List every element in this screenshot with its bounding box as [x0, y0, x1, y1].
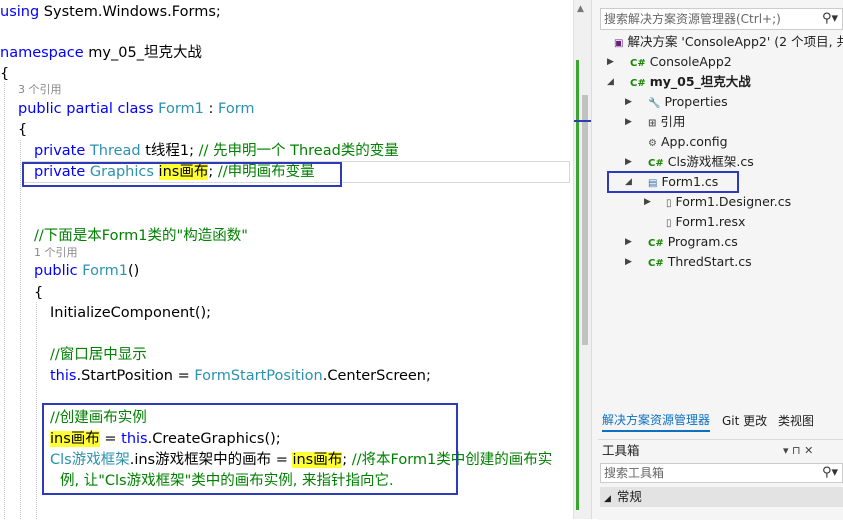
change-bar — [576, 60, 579, 510]
tab-git-changes[interactable]: Git 更改 — [722, 410, 767, 432]
toolbox-title: 工具箱 — [602, 443, 640, 458]
scroll-thumb[interactable] — [582, 95, 588, 345]
tree-item-project-consoleapp2[interactable]: C# ConsoleApp2 — [630, 53, 732, 73]
tree-item-references[interactable]: ⊞ 引用 — [648, 113, 685, 133]
tree-item-cls[interactable]: C# Cls游戏框架.cs — [648, 153, 754, 173]
expand-arrow-icon[interactable]: ▶ — [625, 93, 632, 111]
codelens-references[interactable]: 3 个引用 — [18, 80, 62, 100]
expand-arrow-icon[interactable]: ▶ — [625, 253, 632, 271]
scroll-up-icon[interactable]: ▲ — [577, 4, 584, 14]
search-icon[interactable]: ⚲▾ — [822, 9, 838, 29]
code-line-field-thread[interactable]: private Thread t线程1; // 先申明一个 Thread类的变量 — [34, 141, 399, 161]
csharp-project-icon: C# — [630, 78, 646, 89]
solution-search-input[interactable]: 搜索解决方案资源管理器(Ctrl+;) ⚲▾ — [600, 8, 843, 30]
code-line-class[interactable]: public partial class Form1 : Form — [18, 99, 255, 119]
tab-solution-explorer[interactable]: 解决方案资源管理器 — [602, 410, 711, 432]
tree-item-thredstart[interactable]: C# ThredStart.cs — [648, 253, 752, 273]
collapse-arrow-icon: ◢ — [604, 494, 611, 504]
toolbox-search-input[interactable]: 搜索工具箱 ⚲▾ — [600, 463, 843, 483]
code-line-init[interactable]: InitializeComponent(); — [50, 303, 211, 323]
expand-arrow-icon[interactable]: ▶ — [625, 113, 632, 131]
csharp-file-icon: C# — [648, 258, 664, 269]
expand-arrow-icon[interactable]: ▶ — [607, 53, 614, 71]
csharp-project-icon: C# — [630, 58, 646, 69]
code-line-comment[interactable]: //窗口居中显示 — [50, 345, 147, 365]
indent-guide — [4, 82, 5, 519]
search-icon[interactable]: ⚲▾ — [822, 464, 838, 482]
annotation-box — [42, 403, 458, 495]
caret-marker — [574, 120, 592, 122]
indent-guide — [20, 140, 21, 519]
file-icon: ▯ — [666, 198, 672, 209]
code-line-brace[interactable]: { — [0, 64, 9, 84]
tab-class-view[interactable]: 类视图 — [778, 410, 814, 432]
tree-item-form1-resx[interactable]: ▯ Form1.resx — [666, 213, 745, 233]
csharp-file-icon: C# — [648, 238, 664, 249]
toolbox-group-general[interactable]: ◢ 常规 — [600, 487, 843, 507]
solution-icon: ▣ — [614, 38, 624, 49]
code-line-constructor[interactable]: public Form1() — [34, 261, 139, 281]
file-icon: ▯ — [666, 218, 672, 229]
codelens-references[interactable]: 1 个引用 — [34, 243, 78, 263]
code-editor[interactable]: using System.Windows.Forms; namespace my… — [0, 0, 573, 519]
annotation-box — [22, 162, 342, 187]
wrench-icon: 🔧 — [648, 98, 661, 109]
expand-arrow-icon[interactable]: ▶ — [625, 153, 632, 171]
code-line-brace[interactable]: { — [34, 283, 43, 303]
tree-item-solution[interactable]: ▣ 解决方案 'ConsoleApp2' (2 个项目, 共 — [614, 33, 843, 53]
references-icon: ⊞ — [648, 118, 657, 129]
config-file-icon: ⚙ — [648, 138, 657, 149]
tree-item-form1-designer[interactable]: ▯ Form1.Designer.cs — [666, 193, 791, 213]
editor-scrollbar[interactable]: ▲ — [573, 0, 592, 519]
tree-item-program[interactable]: C# Program.cs — [648, 233, 738, 253]
code-line-using[interactable]: using System.Windows.Forms; — [0, 2, 221, 22]
panel-tabs: 解决方案资源管理器 Git 更改 类视图 — [600, 410, 843, 432]
tree-item-project-tank[interactable]: C# my_05_坦克大战 — [630, 73, 751, 93]
keyword-using: using — [0, 4, 40, 20]
tree-item-properties[interactable]: 🔧 Properties — [648, 93, 728, 113]
expand-arrow-icon[interactable]: ▶ — [644, 193, 651, 211]
toolbox-window-controls[interactable]: ▾ ⊓ ✕ — [783, 442, 813, 460]
indent-guide — [36, 302, 37, 519]
annotation-box — [607, 171, 739, 193]
code-line-brace[interactable]: { — [18, 120, 27, 140]
collapse-arrow-icon[interactable]: ◢ — [607, 73, 614, 91]
code-line-namespace[interactable]: namespace my_05_坦克大战 — [0, 43, 202, 63]
expand-arrow-icon[interactable]: ▶ — [625, 233, 632, 251]
code-line-startposition[interactable]: this.StartPosition = FormStartPosition.C… — [50, 366, 431, 386]
tree-item-appconfig[interactable]: ⚙ App.config — [648, 133, 728, 153]
